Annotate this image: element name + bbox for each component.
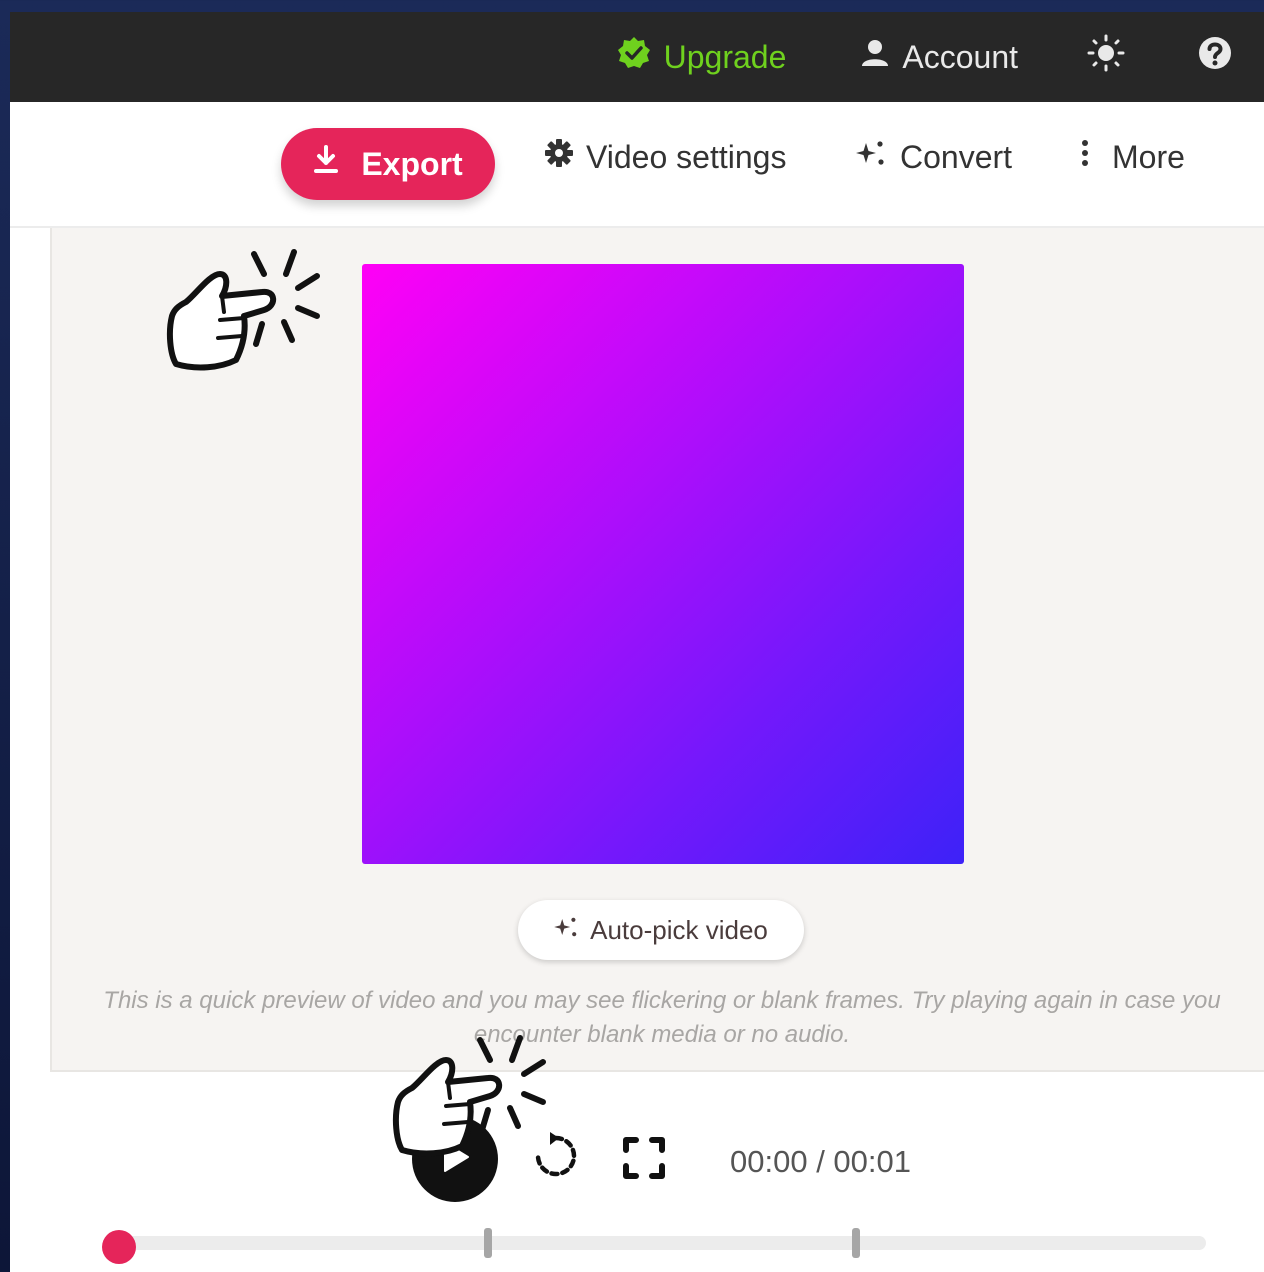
more-button[interactable]: More bbox=[1080, 138, 1185, 176]
gear-icon bbox=[544, 138, 574, 176]
theme-toggle-button[interactable] bbox=[1086, 33, 1126, 81]
video-preview[interactable] bbox=[362, 264, 964, 864]
editor-toolbar: Export Video settings Convert More bbox=[10, 102, 1264, 228]
fullscreen-icon bbox=[622, 1137, 666, 1184]
replay-icon bbox=[530, 1132, 582, 1186]
help-button[interactable] bbox=[1198, 36, 1232, 78]
download-icon bbox=[313, 145, 339, 183]
more-vertical-icon bbox=[1080, 138, 1090, 176]
sparkle-icon bbox=[856, 138, 888, 176]
playback-time: 00:00 / 00:01 bbox=[730, 1144, 911, 1179]
timeline-marker[interactable] bbox=[852, 1228, 860, 1258]
export-label: Export bbox=[361, 145, 463, 182]
auto-pick-video-button[interactable]: Auto-pick video bbox=[518, 900, 804, 960]
upgrade-label: Upgrade bbox=[663, 38, 787, 75]
pointing-hand-icon bbox=[388, 1030, 553, 1165]
preview-notice-text: This is a quick preview of video and you… bbox=[103, 987, 1221, 1048]
more-label: More bbox=[1112, 138, 1185, 175]
pointing-hand-icon bbox=[162, 244, 327, 379]
timeline-playhead[interactable] bbox=[102, 1230, 136, 1264]
user-icon bbox=[860, 38, 890, 76]
player-controls: 00:00 / 00:01 bbox=[50, 1072, 1264, 1272]
verified-badge-icon bbox=[616, 35, 652, 79]
fullscreen-button[interactable] bbox=[622, 1136, 666, 1185]
timeline-marker[interactable] bbox=[484, 1228, 492, 1258]
account-button[interactable]: Account bbox=[860, 38, 1018, 76]
video-settings-button[interactable]: Video settings bbox=[544, 138, 786, 176]
convert-button[interactable]: Convert bbox=[856, 138, 1012, 176]
timeline-track[interactable] bbox=[116, 1236, 1206, 1250]
top-navigation-bar: Upgrade Account bbox=[10, 12, 1264, 102]
auto-pick-video-label: Auto-pick video bbox=[590, 914, 768, 945]
help-circle-icon bbox=[1198, 36, 1232, 78]
video-settings-label: Video settings bbox=[586, 138, 787, 175]
convert-label: Convert bbox=[900, 138, 1013, 175]
sun-icon bbox=[1086, 33, 1126, 81]
account-label: Account bbox=[902, 38, 1018, 75]
export-button[interactable]: Export bbox=[281, 128, 495, 200]
sparkle-icon bbox=[554, 915, 580, 946]
upgrade-button[interactable]: Upgrade bbox=[616, 35, 787, 79]
